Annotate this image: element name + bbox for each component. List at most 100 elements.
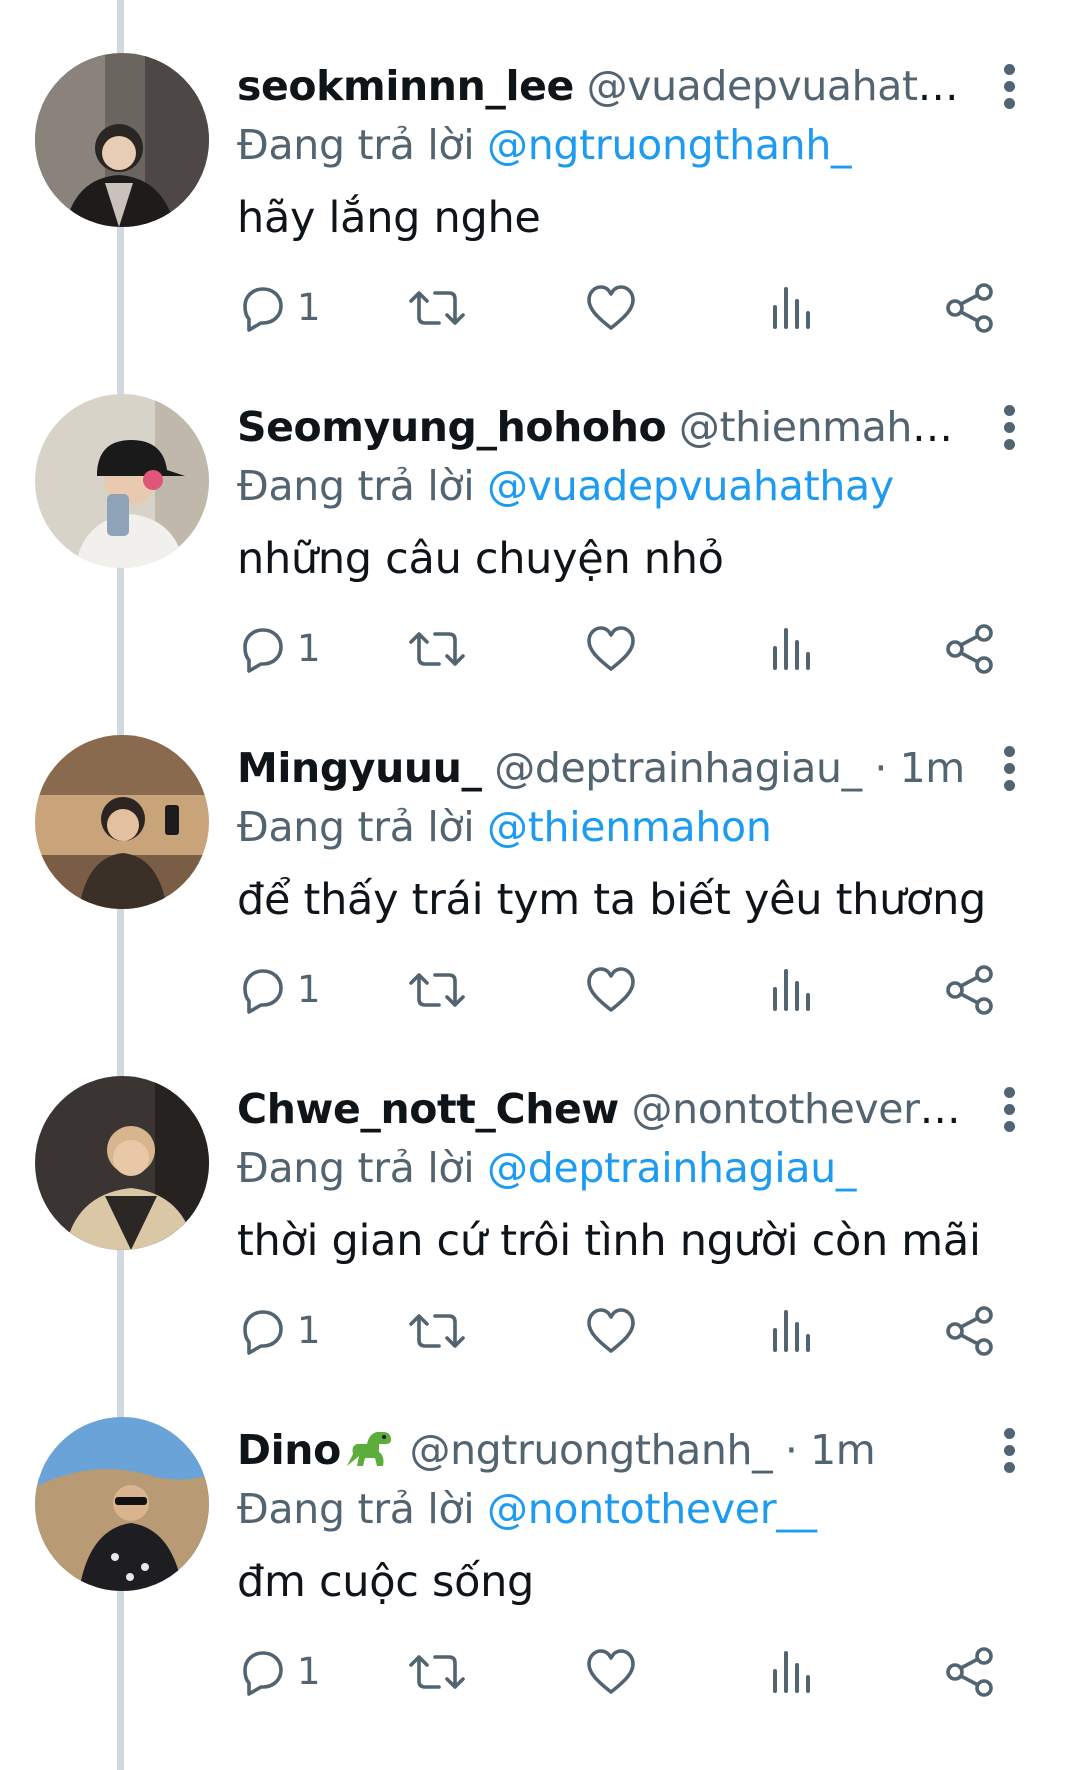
avatar[interactable] bbox=[35, 53, 209, 227]
share-button[interactable] bbox=[944, 1642, 996, 1702]
more-icon[interactable] bbox=[995, 1426, 1025, 1476]
more-icon[interactable] bbox=[995, 403, 1025, 453]
replying-to-mention[interactable]: @ngtruongthanh_ bbox=[487, 121, 851, 169]
tweet-text: thời gian cứ trôi tình người còn mãi bbox=[237, 1216, 981, 1266]
views-icon bbox=[773, 1651, 810, 1693]
display-name[interactable]: Mingyuuu_ bbox=[237, 744, 482, 792]
more-icon[interactable] bbox=[995, 1085, 1025, 1135]
like-icon bbox=[587, 285, 635, 330]
share-icon bbox=[946, 965, 993, 1015]
share-icon bbox=[946, 1647, 993, 1697]
tweet-text: đm cuộc sống bbox=[237, 1557, 535, 1607]
tweet-text: để thấy trái tym ta biết yêu thương bbox=[237, 875, 987, 925]
like-icon bbox=[587, 1649, 635, 1694]
tweet-header: seokminnn_lee @vuadepvuahath... bbox=[237, 56, 967, 116]
tweet-header: Dino @ngtruongthanh_ · 1m bbox=[237, 1420, 967, 1480]
like-button[interactable] bbox=[585, 278, 637, 338]
user-handle[interactable]: @nontothever_... bbox=[632, 1085, 967, 1133]
display-name[interactable]: Seomyung_hohoho bbox=[237, 403, 667, 451]
reply-button[interactable]: 1 bbox=[237, 1301, 321, 1361]
tweet[interactable]: Dino @ngtruongthanh_ · 1m Đang trả lời @… bbox=[0, 1364, 1080, 1705]
tweet[interactable]: seokminnn_lee @vuadepvuahath... Đang trả… bbox=[0, 0, 1080, 341]
views-icon bbox=[773, 287, 810, 329]
tweet-header: Seomyung_hohoho @thienmaho... bbox=[237, 397, 967, 457]
like-button[interactable] bbox=[585, 619, 637, 679]
reply-button[interactable]: 1 bbox=[237, 619, 321, 679]
dinosaur-icon bbox=[343, 1426, 397, 1470]
share-button[interactable] bbox=[944, 1301, 996, 1361]
reply-icon bbox=[243, 628, 283, 673]
retweet-icon bbox=[409, 1314, 465, 1348]
tweet[interactable]: Mingyuuu_ @deptrainhagiau_ · 1m Đang trả… bbox=[0, 682, 1080, 1023]
user-handle[interactable]: @thienmaho... bbox=[679, 403, 967, 451]
user-handle[interactable]: @vuadepvuahath... bbox=[587, 62, 967, 110]
like-button[interactable] bbox=[585, 1642, 637, 1702]
avatar[interactable] bbox=[35, 1076, 209, 1250]
like-button[interactable] bbox=[585, 960, 637, 1020]
retweet-button[interactable] bbox=[407, 960, 467, 1020]
replying-to-label: Đang trả lời bbox=[237, 1485, 475, 1533]
reply-count: 1 bbox=[297, 968, 321, 1011]
retweet-button[interactable] bbox=[407, 1301, 467, 1361]
more-icon[interactable] bbox=[995, 744, 1025, 794]
reply-button[interactable]: 1 bbox=[237, 960, 321, 1020]
reply-icon bbox=[243, 287, 283, 332]
retweet-icon bbox=[409, 291, 465, 325]
retweet-icon bbox=[409, 632, 465, 666]
like-icon bbox=[587, 626, 635, 671]
share-button[interactable] bbox=[944, 960, 996, 1020]
replying-to-mention[interactable]: @nontothever__ bbox=[487, 1485, 817, 1533]
tweet-header: Chwe_nott_Chew @nontothever_... bbox=[237, 1079, 967, 1139]
views-icon bbox=[773, 969, 810, 1011]
replying-to: Đang trả lời @deptrainhagiau_ bbox=[237, 1138, 856, 1198]
replying-to-label: Đang trả lời bbox=[237, 1144, 475, 1192]
views-button[interactable] bbox=[770, 960, 814, 1020]
avatar[interactable] bbox=[35, 735, 209, 909]
replying-to-label: Đang trả lời bbox=[237, 462, 475, 510]
tweet-text: hãy lắng nghe bbox=[237, 193, 541, 243]
display-name[interactable]: seokminnn_lee bbox=[237, 62, 574, 110]
tweet-text: những câu chuyện nhỏ bbox=[237, 534, 724, 584]
more-icon[interactable] bbox=[995, 62, 1025, 112]
retweet-button[interactable] bbox=[407, 278, 467, 338]
share-icon bbox=[946, 283, 993, 333]
retweet-button[interactable] bbox=[407, 1642, 467, 1702]
action-bar: 1 bbox=[0, 1642, 1080, 1702]
display-name[interactable]: Dino bbox=[237, 1426, 341, 1474]
replying-to: Đang trả lời @nontothever__ bbox=[237, 1479, 817, 1539]
share-button[interactable] bbox=[944, 278, 996, 338]
avatar[interactable] bbox=[35, 1417, 209, 1591]
replying-to: Đang trả lời @ngtruongthanh_ bbox=[237, 115, 852, 175]
timestamp[interactable]: 1m bbox=[810, 1426, 876, 1474]
timestamp[interactable]: 1m bbox=[900, 744, 966, 792]
views-button[interactable] bbox=[770, 619, 814, 679]
reply-button[interactable]: 1 bbox=[237, 278, 321, 338]
user-handle[interactable]: @deptrainhagiau_ bbox=[494, 744, 862, 792]
replying-to-mention[interactable]: @thienmahon bbox=[487, 803, 772, 851]
action-bar: 1 bbox=[0, 1301, 1080, 1361]
replying-to: Đang trả lời @thienmahon bbox=[237, 797, 772, 857]
views-button[interactable] bbox=[770, 1301, 814, 1361]
reply-button[interactable]: 1 bbox=[237, 1642, 321, 1702]
share-button[interactable] bbox=[944, 619, 996, 679]
retweet-button[interactable] bbox=[407, 619, 467, 679]
avatar[interactable] bbox=[35, 394, 209, 568]
like-button[interactable] bbox=[585, 1301, 637, 1361]
views-button[interactable] bbox=[770, 278, 814, 338]
like-icon bbox=[587, 967, 635, 1012]
user-handle[interactable]: @ngtruongthanh_ bbox=[409, 1426, 772, 1474]
views-icon bbox=[773, 1310, 810, 1352]
action-bar: 1 bbox=[0, 960, 1080, 1020]
tweet[interactable]: Chwe_nott_Chew @nontothever_... Đang trả… bbox=[0, 1023, 1080, 1364]
action-bar: 1 bbox=[0, 278, 1080, 338]
tweet[interactable]: Seomyung_hohoho @thienmaho... Đang trả l… bbox=[0, 341, 1080, 682]
replying-to-mention[interactable]: @vuadepvuahathay bbox=[487, 462, 894, 510]
replying-to-mention[interactable]: @deptrainhagiau_ bbox=[487, 1144, 856, 1192]
views-button[interactable] bbox=[770, 1642, 814, 1702]
reply-count: 1 bbox=[297, 1650, 321, 1693]
reply-count: 1 bbox=[297, 1309, 321, 1352]
action-bar: 1 bbox=[0, 619, 1080, 679]
display-name[interactable]: Chwe_nott_Chew bbox=[237, 1085, 619, 1133]
separator-dot: · bbox=[784, 1426, 798, 1474]
reply-icon bbox=[243, 969, 283, 1014]
